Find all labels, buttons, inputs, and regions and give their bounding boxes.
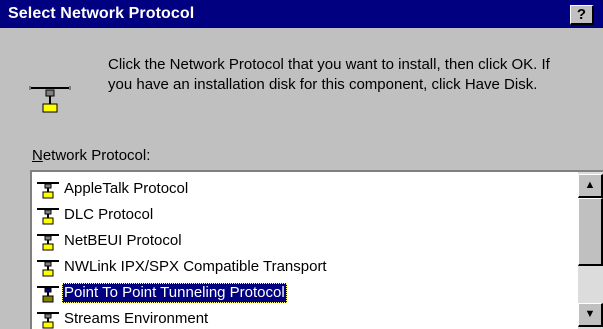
- list-item-label: Streams Environment: [64, 310, 209, 327]
- list-item-label: Point To Point Tunneling Protocol: [62, 283, 287, 303]
- list-item-label: NetBEUI Protocol: [64, 232, 182, 249]
- network-protocol-label-mnemonic: N: [32, 147, 43, 164]
- list-item-label: AppleTalk Protocol: [64, 180, 189, 197]
- instructions-text: Click the Network Protocol that you want…: [108, 55, 550, 95]
- network-protocol-icon: [37, 286, 59, 303]
- network-protocol-icon: [37, 312, 59, 329]
- network-protocol-label: Network Protocol:: [32, 147, 150, 165]
- list-item[interactable]: Streams Environment: [32, 306, 578, 329]
- network-protocol-icon: [37, 182, 59, 199]
- scroll-up-button[interactable]: ▲: [578, 174, 603, 198]
- vertical-scrollbar[interactable]: ▲ ▼: [578, 172, 603, 329]
- list-item[interactable]: AppleTalk Protocol: [32, 176, 578, 202]
- list-item-label: NWLink IPX/SPX Compatible Transport: [64, 258, 327, 275]
- network-protocol-list[interactable]: AppleTalk Protocol DLC Protocol NetBEUI …: [30, 170, 603, 329]
- list-item[interactable]: NWLink IPX/SPX Compatible Transport: [32, 254, 578, 280]
- list-item[interactable]: DLC Protocol: [32, 202, 578, 228]
- network-protocol-icon: [37, 260, 59, 277]
- network-protocol-icon: [37, 234, 59, 251]
- network-protocol-label-text: etwork Protocol:: [42, 147, 151, 164]
- window-title: Select Network Protocol: [8, 5, 195, 22]
- list-item-selected[interactable]: Point To Point Tunneling Protocol: [32, 280, 578, 306]
- instructions-line-2: you have an installation disk for this c…: [108, 76, 538, 93]
- network-protocol-icon: [29, 86, 71, 113]
- title-bar[interactable]: Select Network Protocol ?: [0, 0, 603, 28]
- scroll-thumb[interactable]: [578, 198, 603, 266]
- help-button[interactable]: ?: [570, 5, 594, 25]
- list-item-label: DLC Protocol: [64, 206, 154, 223]
- protocol-items: AppleTalk Protocol DLC Protocol NetBEUI …: [32, 176, 578, 329]
- instructions-line-1: Click the Network Protocol that you want…: [108, 56, 550, 73]
- scroll-down-button[interactable]: ▼: [578, 303, 603, 327]
- list-item[interactable]: NetBEUI Protocol: [32, 228, 578, 254]
- network-protocol-icon: [37, 208, 59, 225]
